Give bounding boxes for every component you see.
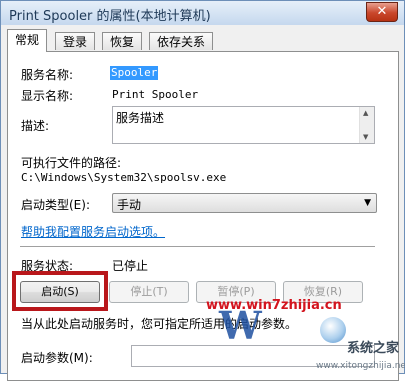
start-button-highlight xyxy=(12,271,108,311)
help-configure-startup-link[interactable]: 帮助我配置服务启动选项。 xyxy=(21,223,165,240)
service-properties-dialog: Print Spooler 的属性(本地计算机) ✕ 常规 登录 恢复 依存关系… xyxy=(0,0,405,381)
window-title: Print Spooler 的属性(本地计算机) xyxy=(9,9,211,24)
title-bar[interactable]: Print Spooler 的属性(本地计算机) ✕ xyxy=(1,1,404,25)
close-button[interactable]: ✕ xyxy=(366,2,398,22)
startup-type-value: 手动 xyxy=(117,198,142,212)
tab-dependencies[interactable]: 依存关系 xyxy=(149,32,214,50)
display-name-label: 显示名称: xyxy=(21,89,74,103)
start-params-label: 启动参数(M): xyxy=(21,351,93,365)
chevron-down-icon: ▼ xyxy=(364,198,371,208)
exe-path-value[interactable]: C:\Windows\System32\spoolsv.exe xyxy=(21,171,226,184)
service-name-value[interactable]: Spooler xyxy=(110,66,159,80)
tab-general[interactable]: 常规 xyxy=(7,29,48,52)
tab-recovery[interactable]: 恢复 xyxy=(102,32,143,50)
divider xyxy=(20,246,375,247)
watermark-site-url: www.xitongzhijia.net xyxy=(316,361,405,371)
description-scrollbar[interactable]: ▲ ▼ xyxy=(359,107,374,143)
watermark-site-name: 系统之家 xyxy=(347,341,400,356)
exe-path-label: 可执行文件的路径: xyxy=(21,156,122,170)
scroll-up-icon[interactable]: ▲ xyxy=(363,109,368,117)
watermark-url: www.win7zhijia.cn xyxy=(206,298,342,313)
tab-logon[interactable]: 登录 xyxy=(55,32,96,50)
startup-type-label: 启动类型(E): xyxy=(21,198,90,212)
service-status-value: 已停止 xyxy=(112,259,149,273)
description-label: 描述: xyxy=(21,119,50,133)
scroll-down-icon[interactable]: ▼ xyxy=(363,133,368,141)
stop-button[interactable]: 停止(T) xyxy=(109,281,189,303)
description-field[interactable]: 服务描述 ▲ ▼ xyxy=(112,106,375,144)
watermark-orb-icon xyxy=(320,317,346,343)
display-name-value[interactable]: Print Spooler xyxy=(112,88,198,101)
startup-type-select[interactable]: 手动 ▼ xyxy=(112,193,377,213)
service-name-label: 服务名称: xyxy=(21,68,74,82)
close-icon: ✕ xyxy=(376,4,388,19)
description-value: 服务描述 xyxy=(116,111,165,125)
